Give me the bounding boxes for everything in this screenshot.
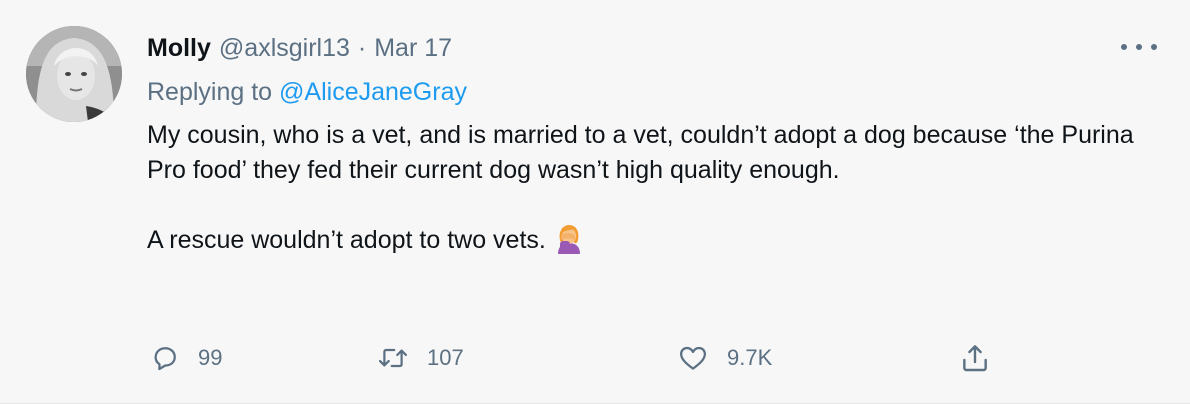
tweet-text: My cousin, who is a vet, and is married … — [147, 118, 1150, 264]
avatar[interactable] — [26, 26, 122, 122]
tweet[interactable]: Molly @axlsgirl13 · Mar 17 Replying to @… — [0, 0, 1190, 404]
heart-icon — [677, 343, 709, 373]
retweet-icon — [377, 343, 409, 373]
reply-button[interactable]: 99 — [150, 340, 222, 376]
avatar-photo — [26, 26, 122, 122]
replying-prefix: Replying to — [147, 78, 273, 106]
retweet-button[interactable]: 107 — [377, 340, 464, 376]
tweet-header: Molly @axlsgirl13 · Mar 17 — [147, 32, 1150, 64]
display-name[interactable]: Molly — [147, 32, 211, 64]
more-dot — [1151, 44, 1157, 50]
tweet-paragraph: A rescue wouldn’t adopt to two vets. — [147, 223, 1150, 264]
tweet-content: Molly @axlsgirl13 · Mar 17 Replying to @… — [147, 32, 1150, 264]
share-button[interactable] — [959, 340, 991, 376]
woman-facepalming-emoji-icon — [554, 224, 584, 264]
share-icon — [959, 342, 991, 374]
tweet-paragraph-text: A rescue wouldn’t adopt to two vets. — [147, 226, 546, 254]
tweet-actions: 99 107 9.7K — [147, 340, 1190, 376]
replying-to-line: Replying to @AliceJaneGray — [147, 76, 1150, 108]
tweet-date[interactable]: Mar 17 — [374, 32, 452, 64]
separator-dot: · — [357, 34, 367, 62]
user-handle[interactable]: @axlsgirl13 — [219, 32, 350, 64]
like-count: 9.7K — [727, 345, 773, 370]
replying-to-mention[interactable]: @AliceJaneGray — [279, 78, 467, 106]
retweet-count: 107 — [427, 345, 464, 370]
tweet-paragraph: My cousin, who is a vet, and is married … — [147, 118, 1150, 188]
reply-icon — [150, 343, 180, 373]
tweet-paragraph-text: My cousin, who is a vet, and is married … — [147, 121, 1134, 184]
like-button[interactable]: 9.7K — [677, 340, 772, 376]
reply-count: 99 — [198, 345, 223, 370]
